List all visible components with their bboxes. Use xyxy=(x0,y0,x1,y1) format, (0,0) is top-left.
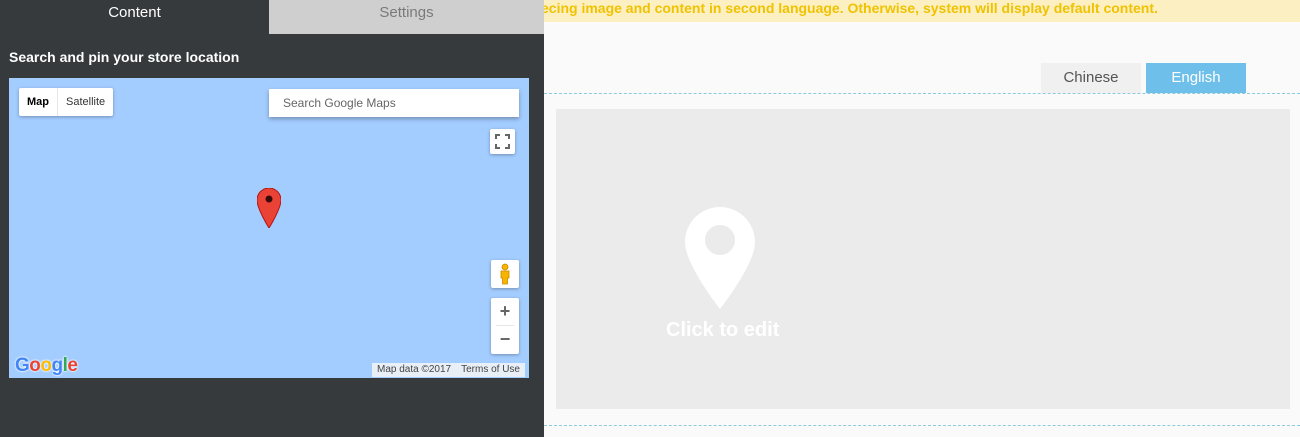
map-search-input[interactable] xyxy=(269,89,519,117)
panel-tabs: Content Settings xyxy=(0,0,544,34)
map-data-credit: Map data ©2017 xyxy=(377,364,452,375)
tab-settings[interactable]: Settings xyxy=(269,0,544,34)
zoom-control: + − xyxy=(491,298,519,354)
editor-area: Chinese English Click to edit xyxy=(544,22,1300,437)
zoom-out-button[interactable]: − xyxy=(491,326,519,353)
map-attribution: Map data ©2017 Terms of Use xyxy=(372,363,525,377)
settings-panel: Content Settings Search and pin your sto… xyxy=(0,0,544,437)
map-type-satellite-button[interactable]: Satellite xyxy=(58,88,113,116)
section-divider-top xyxy=(544,93,1300,94)
language-tabs: Chinese English xyxy=(1041,63,1246,93)
fullscreen-button[interactable] xyxy=(490,129,515,154)
section-divider-bottom xyxy=(544,425,1300,426)
google-logo: Google xyxy=(15,355,78,376)
location-pin-icon xyxy=(685,207,755,309)
map-marker-icon xyxy=(256,187,282,229)
notice-text: ecing image and content in second langua… xyxy=(544,0,1158,16)
tab-chinese[interactable]: Chinese xyxy=(1041,63,1141,93)
street-view-button[interactable] xyxy=(491,260,519,288)
tab-content[interactable]: Content xyxy=(0,0,269,34)
pegman-icon xyxy=(500,263,510,285)
panel-heading: Search and pin your store location xyxy=(9,49,240,65)
terms-of-use-link[interactable]: Terms of Use xyxy=(456,363,525,377)
map-type-map-button[interactable]: Map xyxy=(19,88,58,116)
zoom-in-button[interactable]: + xyxy=(491,298,519,325)
google-map[interactable]: Map Satellite + − Goo xyxy=(9,78,529,378)
fullscreen-icon xyxy=(495,134,510,149)
map-marker[interactable] xyxy=(256,187,282,233)
language-notice-bar: ecing image and content in second langua… xyxy=(544,0,1300,22)
tab-english[interactable]: English xyxy=(1146,63,1246,93)
click-to-edit-label: Click to edit xyxy=(666,319,780,341)
map-placeholder-block[interactable]: Click to edit xyxy=(556,109,1290,409)
map-type-control: Map Satellite xyxy=(19,88,114,116)
